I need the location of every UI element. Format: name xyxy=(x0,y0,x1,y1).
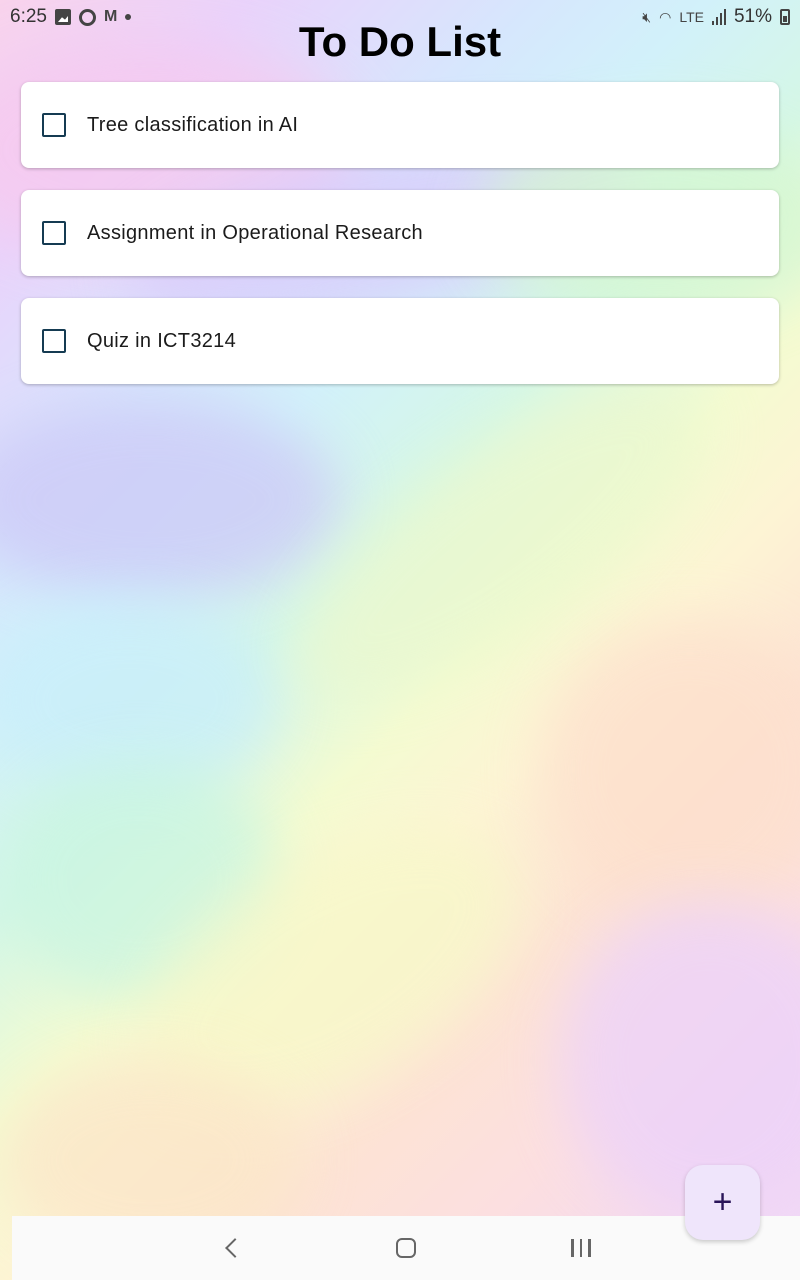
todo-text: Quiz in ICT3214 xyxy=(87,329,237,352)
back-button[interactable] xyxy=(191,1218,271,1278)
recents-button[interactable] xyxy=(541,1218,621,1278)
todo-text: Tree classification in AI xyxy=(87,113,299,136)
todo-text: Assignment in Operational Research xyxy=(87,221,423,244)
todo-checkbox[interactable] xyxy=(42,329,66,353)
navigation-bar xyxy=(12,1216,800,1280)
todo-checkbox[interactable] xyxy=(42,113,66,137)
add-todo-button[interactable]: + xyxy=(685,1165,760,1240)
home-icon xyxy=(396,1238,416,1258)
todo-list: Tree classification in AI Assignment in … xyxy=(21,82,779,406)
recents-icon xyxy=(571,1239,591,1257)
todo-item[interactable]: Tree classification in AI xyxy=(21,82,779,168)
todo-item[interactable]: Assignment in Operational Research xyxy=(21,190,779,276)
todo-item[interactable]: Quiz in ICT3214 xyxy=(21,298,779,384)
home-button[interactable] xyxy=(366,1218,446,1278)
plus-icon: + xyxy=(712,1183,733,1221)
back-icon xyxy=(225,1238,245,1258)
page-title: To Do List xyxy=(298,18,502,65)
todo-checkbox[interactable] xyxy=(42,221,66,245)
